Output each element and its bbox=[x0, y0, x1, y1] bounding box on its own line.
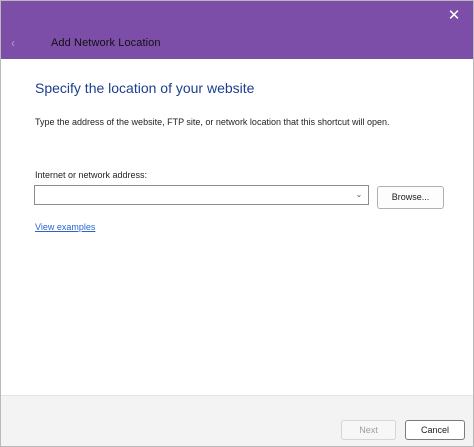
chevron-down-icon[interactable]: ⌄ bbox=[353, 188, 365, 202]
close-button[interactable]: ✕ bbox=[439, 3, 469, 29]
cancel-button[interactable]: Cancel bbox=[405, 420, 465, 440]
next-button[interactable]: Next bbox=[341, 420, 396, 440]
address-input[interactable] bbox=[38, 187, 348, 203]
view-examples-link[interactable]: View examples bbox=[35, 222, 95, 232]
instruction-text: Type the address of the website, FTP sit… bbox=[35, 117, 390, 127]
window-title: Add Network Location bbox=[51, 37, 161, 49]
back-button[interactable]: ‹ bbox=[5, 33, 21, 53]
close-icon: ✕ bbox=[447, 7, 461, 24]
browse-button[interactable]: Browse... bbox=[377, 186, 444, 209]
address-combobox[interactable]: ⌄ bbox=[34, 185, 369, 205]
address-label: Internet or network address: bbox=[35, 170, 148, 180]
add-network-location-dialog: ✕ ‹ Add Network Location Specify the loc… bbox=[0, 0, 474, 447]
page-heading: Specify the location of your website bbox=[35, 80, 255, 96]
title-bar: ✕ ‹ Add Network Location bbox=[1, 1, 473, 59]
footer-bar bbox=[1, 395, 473, 446]
back-arrow-icon: ‹ bbox=[11, 36, 15, 50]
